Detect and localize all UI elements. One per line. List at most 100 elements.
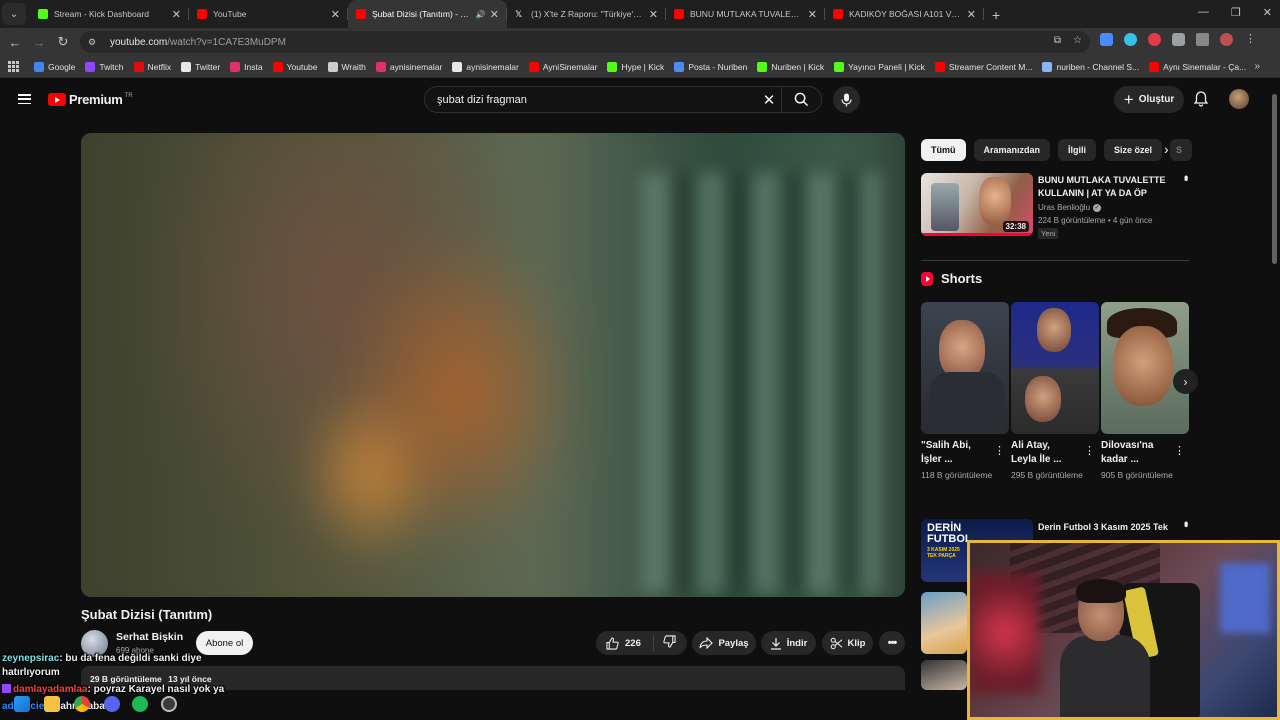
puzzle-extensions-icon[interactable] bbox=[1172, 33, 1185, 46]
chip-related[interactable]: İlgili bbox=[1058, 139, 1097, 161]
extension-icon[interactable] bbox=[1124, 33, 1137, 46]
short-item[interactable]: Ali Atay, Leyla İle ... 295 B görüntülem… bbox=[1011, 302, 1099, 482]
chevron-right-icon[interactable]: › bbox=[1164, 141, 1169, 157]
scrollbar-thumb[interactable] bbox=[1272, 94, 1277, 264]
more-actions-icon[interactable]: ••• bbox=[879, 631, 905, 655]
reading-list-icon[interactable] bbox=[1196, 33, 1209, 46]
clear-search-icon[interactable]: ✕ bbox=[757, 91, 781, 109]
bookmark-item[interactable]: Twitch bbox=[85, 61, 124, 72]
shield-extension-icon[interactable] bbox=[1100, 33, 1113, 46]
more-options-icon[interactable]: ⋮ bbox=[1084, 444, 1095, 457]
close-icon[interactable]: ✕ bbox=[490, 8, 499, 21]
chip-from-search[interactable]: Aramanızdan bbox=[973, 139, 1051, 161]
short-thumbnail[interactable] bbox=[921, 302, 1009, 434]
back-arrow-icon[interactable]: ← bbox=[3, 35, 27, 50]
spotify-icon[interactable] bbox=[132, 696, 148, 712]
video-thumbnail[interactable]: 32:38 bbox=[921, 173, 1033, 236]
short-title: Ali Atay, Leyla İle ... bbox=[1011, 440, 1062, 465]
more-bookmarks-icon[interactable]: » bbox=[1254, 61, 1260, 72]
short-item[interactable]: "Salih Abi, İşler ... 118 B görüntüleme … bbox=[921, 302, 1009, 482]
download-button[interactable]: İndir bbox=[761, 631, 816, 655]
tab-search-button[interactable]: ⌄ bbox=[2, 3, 26, 25]
recommended-channel[interactable]: Uras Benlioğlu ✓ bbox=[1038, 203, 1102, 212]
bookmark-item[interactable]: Google bbox=[34, 61, 75, 72]
more-options-icon[interactable]: ••• bbox=[1179, 521, 1193, 525]
short-item[interactable]: Dilovası'na kadar ... 905 B görüntüleme … bbox=[1101, 302, 1189, 482]
dislike-button[interactable] bbox=[654, 635, 676, 651]
menu-icon[interactable] bbox=[18, 94, 31, 104]
close-icon[interactable]: ✕ bbox=[331, 8, 340, 21]
obs-icon[interactable] bbox=[161, 696, 177, 712]
profile-icon[interactable] bbox=[1220, 33, 1233, 46]
recommended-thumbnail[interactable] bbox=[921, 592, 967, 654]
bookmark-item[interactable]: Streamer Content M... bbox=[934, 61, 1032, 72]
bookmark-item[interactable]: Twitter bbox=[181, 61, 220, 72]
new-tab-plus-icon[interactable]: + bbox=[992, 7, 1000, 23]
close-icon[interactable]: ✕ bbox=[172, 8, 181, 21]
share-button[interactable]: Paylaş bbox=[692, 631, 756, 655]
bookmark-star-icon[interactable]: ☆ bbox=[1073, 35, 1082, 46]
windows-start-icon[interactable] bbox=[14, 696, 30, 712]
bookmark-item[interactable]: Hype | Kick bbox=[607, 61, 664, 72]
tab-x-z-raporu[interactable]: 𝕏 (1) X'te Z Raporu: "Türkiye'nin g ✕ bbox=[507, 0, 666, 28]
speaker-icon[interactable]: 🔊 bbox=[476, 10, 486, 19]
minimize-icon[interactable]: — bbox=[1198, 6, 1209, 19]
bookmark-item[interactable]: Wraith bbox=[327, 61, 366, 72]
short-thumbnail[interactable] bbox=[1011, 302, 1099, 434]
recommended-thumbnail[interactable] bbox=[921, 660, 967, 690]
close-icon[interactable]: ✕ bbox=[649, 8, 658, 21]
bookmark-item[interactable]: Posta - Nuriben bbox=[674, 61, 747, 72]
voice-search-button[interactable] bbox=[833, 86, 860, 113]
bookmark-item[interactable]: nuriben - Channel S... bbox=[1042, 61, 1139, 72]
forward-arrow-icon[interactable]: → bbox=[27, 35, 51, 50]
tab-youtube[interactable]: YouTube ✕ bbox=[189, 0, 348, 28]
account-avatar[interactable] bbox=[1229, 89, 1249, 109]
more-options-icon[interactable]: ••• bbox=[1179, 175, 1193, 179]
recommended-video[interactable]: 32:38 BUNU MUTLAKA TUVALETTE KULLANIN | … bbox=[921, 173, 1193, 239]
maximize-icon[interactable]: ❐ bbox=[1231, 6, 1241, 19]
short-thumbnail[interactable] bbox=[1101, 302, 1189, 434]
bookmark-item[interactable]: aynisinemalar bbox=[375, 61, 442, 72]
bookmark-item[interactable]: aynisinemalar bbox=[452, 61, 519, 72]
video-player[interactable] bbox=[81, 133, 905, 597]
tab-kick-dashboard[interactable]: Stream - Kick Dashboard ✕ bbox=[30, 0, 189, 28]
create-button[interactable]: + Oluştur bbox=[1114, 86, 1184, 113]
bookmark-item[interactable]: AyniSinemalar bbox=[528, 61, 597, 72]
file-explorer-icon[interactable] bbox=[44, 696, 60, 712]
close-icon[interactable]: ✕ bbox=[808, 8, 817, 21]
notifications-button[interactable] bbox=[1193, 91, 1209, 112]
browser-menu-icon[interactable]: ⋮ bbox=[1244, 33, 1257, 46]
clip-button[interactable]: Klip bbox=[822, 631, 873, 655]
tab-subat-dizisi[interactable]: Şubat Dizisi (Tanıtım) - YouTube 🔊 ✕ bbox=[348, 0, 507, 28]
channel-name[interactable]: Serhat Bişkin bbox=[116, 631, 183, 643]
bookmark-item[interactable]: Aynı Sinemalar - Ça... bbox=[1149, 61, 1246, 72]
more-options-icon[interactable]: ⋮ bbox=[1174, 444, 1185, 457]
bookmark-item[interactable]: Nuriben | Kick bbox=[757, 61, 824, 72]
youtube-logo[interactable]: Premium TR bbox=[48, 92, 133, 107]
search-button[interactable] bbox=[781, 87, 821, 112]
bookmark-item[interactable]: Netflix bbox=[133, 61, 171, 72]
site-info-icon[interactable]: ⚙ bbox=[88, 37, 102, 48]
tab-bunu-mutlaka[interactable]: BUNU MUTLAKA TUVALETTE KULLANIN ✕ bbox=[666, 0, 825, 28]
window-close-icon[interactable]: ✕ bbox=[1263, 6, 1272, 19]
apps-grid-icon[interactable] bbox=[8, 60, 20, 73]
search-input[interactable] bbox=[425, 87, 757, 112]
close-icon[interactable]: ✕ bbox=[967, 8, 976, 21]
extension-icon[interactable] bbox=[1148, 33, 1161, 46]
like-button[interactable]: 226 bbox=[596, 635, 654, 651]
address-bar[interactable]: ⚙ youtube.com/watch?v=1CA7E3MuDPM ⧉ ☆ bbox=[80, 31, 1090, 53]
discord-icon[interactable] bbox=[104, 696, 120, 712]
tab-kadikoy-bogasi[interactable]: KADIKÖY BOĞASI A101 VS BİM ✕ bbox=[825, 0, 984, 28]
chip-for-you[interactable]: Size özel bbox=[1104, 139, 1163, 161]
shorts-next-chevron-icon[interactable]: › bbox=[1173, 369, 1198, 394]
bookmark-item[interactable]: Insta bbox=[230, 61, 263, 72]
download-label: İndir bbox=[786, 637, 808, 649]
reload-icon[interactable]: ↻ bbox=[51, 34, 75, 50]
chrome-icon[interactable] bbox=[74, 696, 90, 712]
bookmark-item[interactable]: Yayıncı Paneli | Kick bbox=[834, 61, 925, 72]
chip-all[interactable]: Tümü bbox=[921, 139, 966, 161]
bookmark-item[interactable]: Youtube bbox=[272, 61, 318, 72]
chip-truncated[interactable]: S bbox=[1170, 139, 1193, 161]
install-app-icon[interactable]: ⧉ bbox=[1054, 35, 1061, 46]
more-options-icon[interactable]: ⋮ bbox=[994, 444, 1005, 457]
